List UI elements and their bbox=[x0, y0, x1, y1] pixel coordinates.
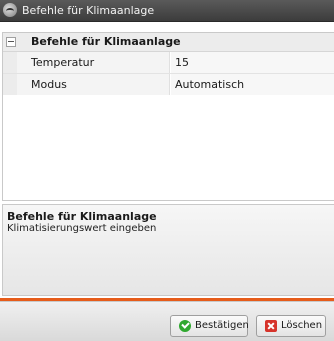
delete-button[interactable]: Löschen bbox=[256, 315, 326, 337]
collapse-minus-icon[interactable] bbox=[6, 37, 16, 47]
title-bar: Befehle für Klimaanlage bbox=[0, 0, 334, 22]
window-title: Befehle für Klimaanlage bbox=[22, 4, 155, 17]
property-value[interactable]: 15 bbox=[175, 56, 189, 69]
grid-empty-area bbox=[3, 95, 334, 200]
property-value[interactable]: Automatisch bbox=[175, 78, 244, 91]
description-panel: Befehle für Klimaanlage Klimatisierungsw… bbox=[2, 204, 334, 296]
property-grid: Befehle für Klimaanlage Temperatur 15 Mo… bbox=[2, 32, 334, 201]
dialog-window: Befehle für Klimaanlage Befehle für Klim… bbox=[0, 0, 334, 341]
category-label: Befehle für Klimaanlage bbox=[31, 35, 181, 48]
button-bar: Bestätigen Löschen bbox=[0, 301, 334, 341]
property-row-modus[interactable]: Modus Automatisch bbox=[3, 74, 334, 96]
row-gutter bbox=[3, 52, 17, 73]
description-text: Klimatisierungswert eingeben bbox=[7, 223, 157, 234]
temperatur-value-field[interactable]: 15 bbox=[171, 52, 334, 73]
delete-button-label: Löschen bbox=[281, 320, 323, 331]
row-gutter bbox=[3, 74, 17, 95]
confirm-button[interactable]: Bestätigen bbox=[170, 315, 249, 337]
property-name: Temperatur bbox=[31, 56, 95, 69]
modus-value-field[interactable]: Automatisch bbox=[171, 74, 334, 95]
description-title: Befehle für Klimaanlage bbox=[7, 210, 157, 223]
check-circle-icon bbox=[179, 320, 191, 332]
confirm-button-label: Bestätigen bbox=[195, 320, 249, 331]
property-row-temperatur[interactable]: Temperatur 15 bbox=[3, 52, 334, 74]
property-name-cell: Modus bbox=[17, 74, 170, 95]
delete-x-icon bbox=[265, 320, 277, 332]
category-row[interactable]: Befehle für Klimaanlage bbox=[3, 33, 334, 52]
app-logo-icon bbox=[3, 3, 17, 17]
property-name-cell: Temperatur bbox=[17, 52, 170, 73]
property-name: Modus bbox=[31, 78, 67, 91]
